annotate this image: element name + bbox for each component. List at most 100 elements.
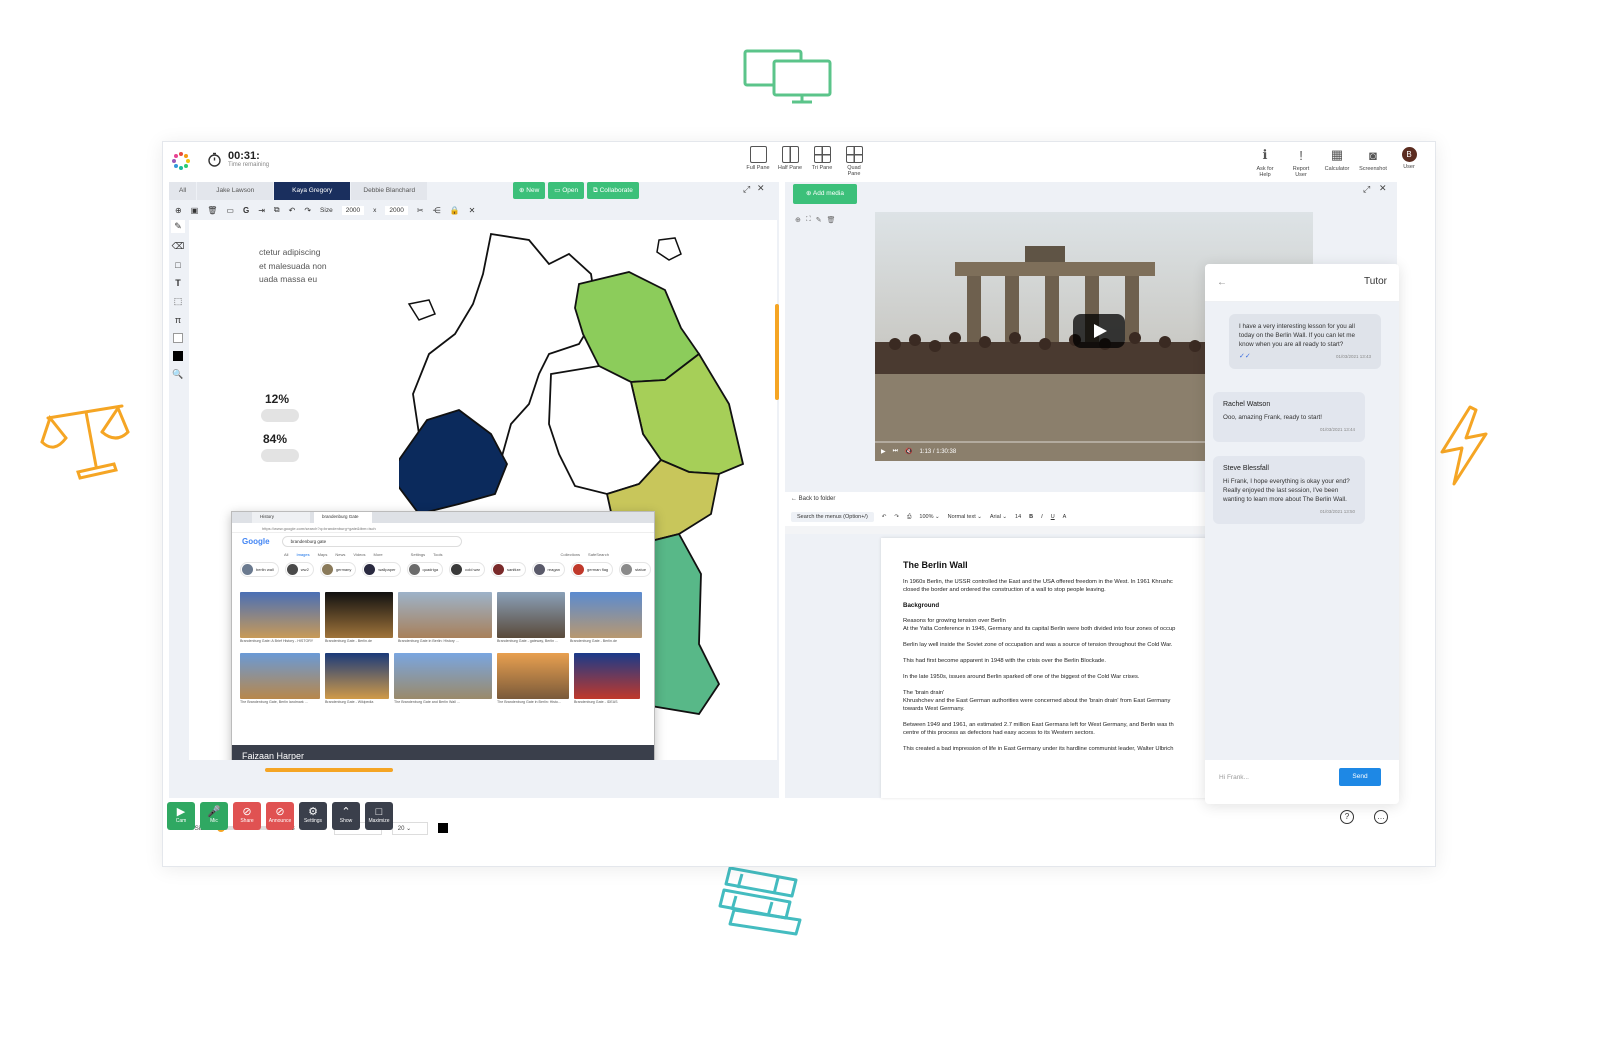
edit-icon[interactable]: ✎	[816, 216, 822, 224]
save-icon[interactable]: ▣	[191, 206, 199, 215]
browser-tab[interactable]: brandenburg Gate	[314, 512, 372, 523]
white-color-swatch[interactable]	[173, 333, 183, 343]
calculator-button[interactable]: ▦ Calculator	[1323, 146, 1351, 178]
image-result[interactable]: Brandenburg Gate in Berlin: History ...	[398, 592, 492, 649]
export-icon[interactable]: ⇥	[258, 206, 265, 215]
mic-button[interactable]: 🎤 Mic	[200, 802, 228, 830]
cam-button[interactable]: ▶ Cam	[167, 802, 195, 830]
text-icon[interactable]: T	[175, 278, 181, 288]
browser-tab[interactable]: History	[252, 512, 310, 523]
chip[interactable]: cold war	[449, 561, 485, 577]
underline-icon[interactable]: U	[1051, 514, 1055, 520]
open-button[interactable]: ▭ Open	[548, 182, 585, 199]
chip[interactable]: reagan	[531, 561, 566, 577]
black-color-swatch[interactable]	[173, 351, 183, 361]
image-result[interactable]: Brandenburg Gate - IDEAS	[574, 653, 640, 710]
tab-kaya-gregory[interactable]: Kaya Gregory	[274, 182, 351, 200]
chip[interactable]: quadriga	[406, 561, 444, 577]
menu-search-input[interactable]: Search the menus (Option+/)	[791, 512, 874, 522]
bold-icon[interactable]: B	[1029, 514, 1033, 520]
image-result[interactable]: Brandenburg Gate - Berlin.de	[570, 592, 642, 649]
google-search-input[interactable]: brandenburg gate	[281, 535, 462, 547]
undo-icon[interactable]: ↶	[289, 206, 296, 215]
trash-icon[interactable]: 🗑	[827, 216, 836, 224]
tab-jake-lawson[interactable]: Jake Lawson	[197, 182, 274, 200]
redo-icon[interactable]: ↷	[894, 514, 899, 520]
tab-all[interactable]: All	[169, 182, 197, 200]
play-button[interactable]	[1073, 314, 1125, 348]
close-icon[interactable]: ✕	[1379, 183, 1387, 194]
image-icon[interactable]: ▭	[226, 206, 234, 215]
whiteboard-canvas[interactable]: ctetur adipiscing et malesuada non uada …	[189, 220, 777, 760]
collaborate-button[interactable]: ⧉ Collaborate	[587, 182, 639, 199]
browser-address-bar[interactable]: https://www.google.com/search?q=brandenb…	[232, 523, 654, 533]
chip[interactable]: ww2	[284, 561, 314, 577]
ask-for-help-button[interactable]: ℹ Ask for Help	[1251, 146, 1279, 178]
rectangle-icon[interactable]: □	[175, 260, 180, 270]
font-size-input[interactable]: 14	[1015, 514, 1021, 520]
style-select[interactable]: Normal text ⌄	[948, 514, 982, 520]
print-icon[interactable]: ⎙	[907, 514, 911, 521]
chip[interactable]: sanitize	[490, 561, 526, 577]
image-result[interactable]: The Brandenburg Gate in Berlin: Histo...	[497, 653, 569, 710]
settings-button[interactable]: ⚙ Settings	[299, 802, 327, 830]
copy-icon[interactable]: ⧉	[274, 205, 280, 215]
add-icon[interactable]: ⊕	[795, 216, 801, 224]
image-result[interactable]: Brandenburg Gate - Berlin.de	[325, 592, 393, 649]
close-icon[interactable]: ✕	[469, 206, 476, 215]
redo-icon[interactable]: ↷	[304, 206, 311, 215]
share-button[interactable]: ⊘ Share	[233, 802, 261, 830]
chat-message-input[interactable]: Hi Frank...	[1215, 768, 1335, 788]
pi-icon[interactable]: π	[175, 315, 181, 325]
document-page[interactable]: The Berlin Wall In 1960s Berlin, the USS…	[881, 538, 1215, 798]
undo-icon[interactable]: ↶	[882, 514, 887, 520]
add-icon[interactable]: ⊕	[175, 206, 182, 215]
chip[interactable]: statue	[619, 561, 652, 577]
back-to-folder-link[interactable]: ← Back to folder	[791, 496, 835, 502]
report-user-button[interactable]: ! Report User	[1287, 146, 1315, 179]
size-width-input[interactable]: 2000	[341, 205, 365, 215]
back-arrow-icon[interactable]: ←	[1217, 277, 1227, 288]
new-button[interactable]: ⊕ New	[513, 182, 546, 199]
image-result[interactable]: Brandenburg Gate - gateway, Berlin ...	[497, 592, 565, 649]
play-icon[interactable]: ▶	[881, 448, 886, 455]
expand-icon[interactable]: ⤢	[1363, 184, 1370, 195]
text-color-icon[interactable]: A	[1063, 514, 1067, 520]
select-icon[interactable]: ⬚	[174, 296, 183, 307]
trash-icon[interactable]: 🗑	[207, 206, 217, 215]
pencil-icon[interactable]: ✎	[171, 220, 185, 233]
image-result[interactable]: The Brandenburg Gate and Berlin Wall ...	[394, 653, 492, 710]
maximize-button[interactable]: □ Maximize	[365, 802, 393, 830]
user-menu-button[interactable]: B User	[1395, 146, 1423, 178]
send-button[interactable]: Send	[1339, 768, 1381, 786]
screenshot-button[interactable]: ◙ Screenshot	[1359, 146, 1387, 178]
mute-icon[interactable]: 🔇	[905, 448, 912, 455]
expand-icon[interactable]: ⤢	[743, 184, 750, 195]
add-media-button[interactable]: ⊕ Add media	[793, 184, 857, 204]
google-icon[interactable]: G	[243, 206, 249, 215]
chip[interactable]: wallpaper	[362, 561, 401, 577]
fullscreen-icon[interactable]: ⛶	[806, 216, 811, 224]
show-button[interactable]: ⌃ Show	[332, 802, 360, 830]
italic-icon[interactable]: I	[1041, 514, 1043, 520]
zoom-select[interactable]: 100% ⌄	[919, 514, 939, 520]
font-select[interactable]: Arial ⌄	[990, 514, 1007, 520]
full-pane-button[interactable]: Full Pane	[745, 146, 771, 177]
chip[interactable]: germany	[319, 561, 357, 577]
image-result[interactable]: Brandenburg Gate - Wikipedia	[325, 653, 389, 710]
horizontal-scrollbar[interactable]	[265, 768, 393, 772]
zoom-icon[interactable]: 🔍	[172, 369, 183, 380]
tab-debbie-blanchard[interactable]: Debbie Blanchard	[351, 182, 428, 200]
size-height-input[interactable]: 2000	[385, 205, 408, 215]
tri-pane-button[interactable]: Tri Pane	[809, 146, 835, 177]
eraser-icon[interactable]: ⌫	[172, 241, 185, 252]
share-icon[interactable]: ⋲	[433, 206, 441, 215]
announce-button[interactable]: ⊘ Announce	[266, 802, 294, 830]
half-pane-button[interactable]: Half Pane	[777, 146, 803, 177]
lock-icon[interactable]: 🔒	[450, 206, 460, 215]
chat-bubble-icon[interactable]: …	[1374, 810, 1388, 824]
image-result[interactable]: Brandenburg Gate: A Brief History - HIST…	[240, 592, 320, 649]
quad-pane-button[interactable]: Quad Pane	[841, 146, 867, 177]
chip[interactable]: german flag	[571, 561, 614, 577]
next-icon[interactable]: ⏭	[893, 448, 898, 455]
